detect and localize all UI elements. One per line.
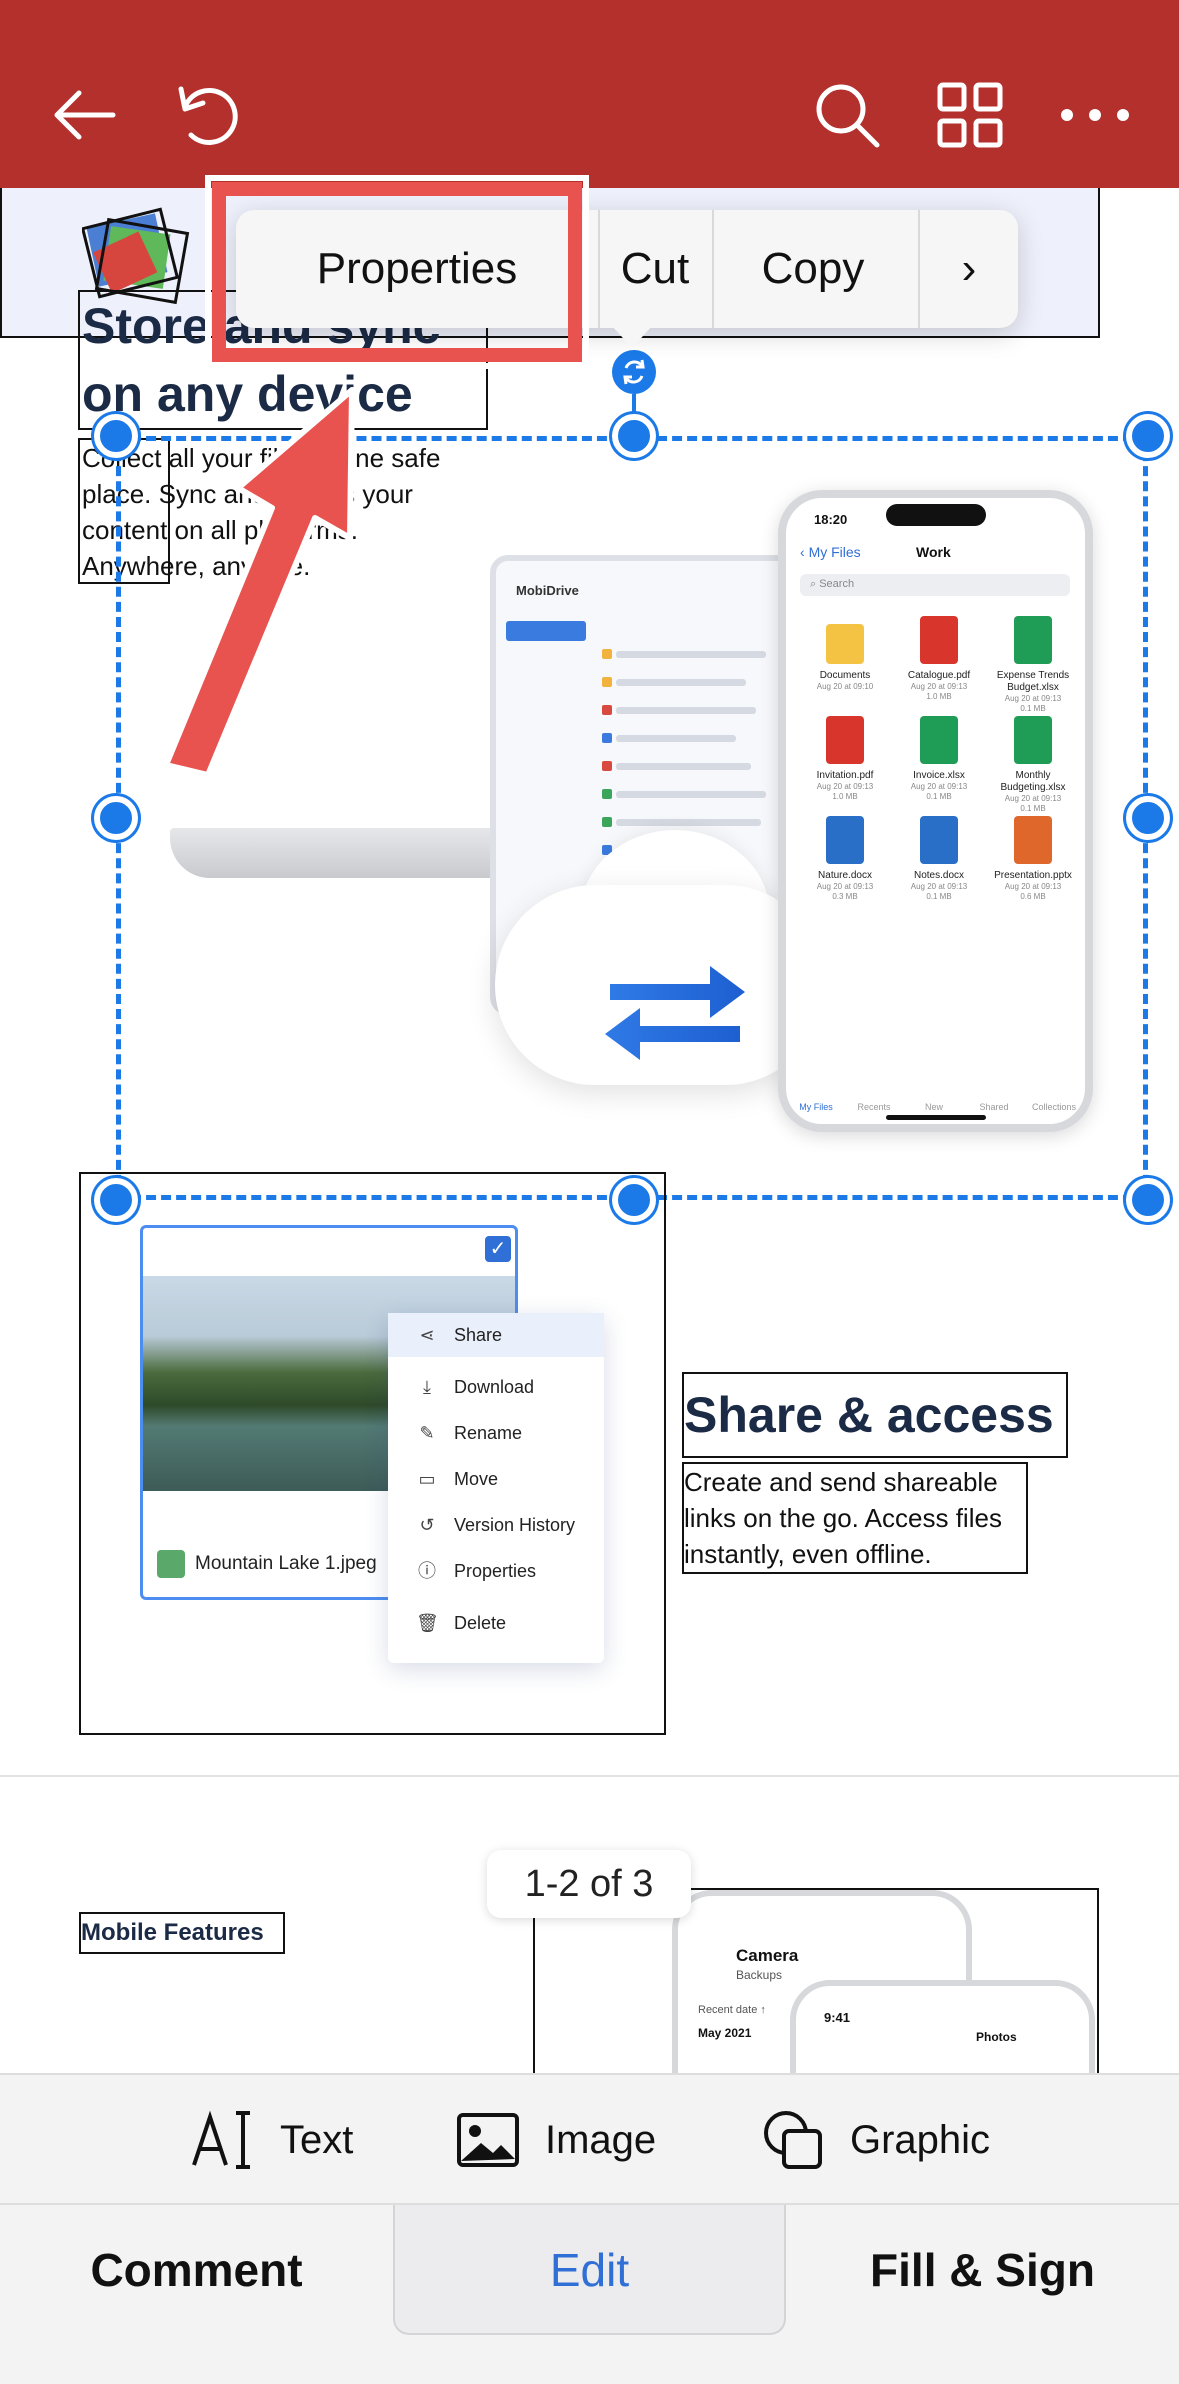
image-icon: [457, 2113, 519, 2167]
insert-toolbar: Text Image Graphic: [0, 2073, 1179, 2203]
annotation-arrow-icon: [163, 387, 355, 778]
info-icon: ⓘ: [418, 1561, 436, 1581]
search-icon[interactable]: [802, 70, 892, 160]
share-icon: ⋖: [419, 1325, 435, 1345]
grid-icon[interactable]: [925, 70, 1015, 160]
tab-comment[interactable]: Comment: [0, 2205, 393, 2335]
mobile-features-label[interactable]: Mobile Features: [79, 1912, 285, 1954]
image-file-icon: [157, 1550, 185, 1578]
rename-icon: ✎: [419, 1423, 435, 1443]
chevron-right-icon[interactable]: ›: [920, 210, 1018, 328]
resize-handle-top-right[interactable]: [1126, 414, 1170, 458]
resize-handle-bottom-right[interactable]: [1126, 1178, 1170, 1222]
history-icon: ↺: [419, 1515, 435, 1535]
resize-handle-top-left[interactable]: [94, 414, 138, 458]
annotation-highlight-box: [212, 182, 582, 362]
cut-button[interactable]: Cut: [600, 210, 710, 328]
download-icon: ⤓: [423, 1377, 431, 1397]
graphic-tool-button[interactable]: Graphic: [760, 2075, 990, 2205]
back-icon[interactable]: [40, 70, 130, 160]
menu-item-properties: ⓘ Properties: [418, 1561, 537, 1581]
tab-edit[interactable]: Edit: [393, 2205, 786, 2335]
copy-button[interactable]: Copy: [714, 210, 912, 328]
tab-fill-sign[interactable]: Fill & Sign: [786, 2205, 1179, 2335]
menu-item-version-history: ↺ Version History: [388, 1503, 604, 1547]
share-text[interactable]: Create and send shareable links on the g…: [682, 1462, 1028, 1574]
undo-icon[interactable]: [162, 70, 252, 160]
top-toolbar: [0, 0, 1179, 188]
mode-tabbar: Comment Edit Fill & Sign: [0, 2203, 1179, 2384]
menu-item-delete: 🗑 Delete: [416, 1613, 507, 1633]
rotate-handle-icon[interactable]: [612, 350, 656, 394]
menu-item-download: ⤓ Download: [388, 1365, 604, 1409]
text-cursor-icon: [192, 2110, 250, 2169]
file-context-menu: ⋖ Share ⤓ Download ✎ Rename ▭ Move ↺ Version …: [388, 1313, 604, 1663]
resize-handle-top[interactable]: [612, 414, 656, 458]
file-name: Mountain Lake 1.jpeg: [195, 1553, 377, 1574]
menu-item-share: ⋖ Share: [388, 1313, 604, 1357]
menu-item-move: ▭ Move: [388, 1457, 604, 1501]
checkbox-checked-icon: ✓: [485, 1236, 511, 1262]
menu-item-rename: ✎ Rename: [388, 1411, 604, 1455]
page-indicator: 1-2 of 3: [487, 1850, 691, 1918]
resize-handle-left[interactable]: [94, 796, 138, 840]
trash-icon: 🗑: [416, 1613, 439, 1633]
text-tool-button[interactable]: Text: [190, 2075, 353, 2205]
folder-move-icon: ▭: [418, 1469, 436, 1489]
resize-handle-right[interactable]: [1126, 796, 1170, 840]
context-menu-pointer: [612, 326, 652, 348]
image-tool-button[interactable]: Image: [455, 2075, 656, 2205]
shapes-icon: [764, 2111, 822, 2169]
share-title[interactable]: Share & access: [682, 1372, 1068, 1458]
more-icon[interactable]: [1050, 70, 1140, 160]
page-divider: [0, 1775, 1179, 1777]
